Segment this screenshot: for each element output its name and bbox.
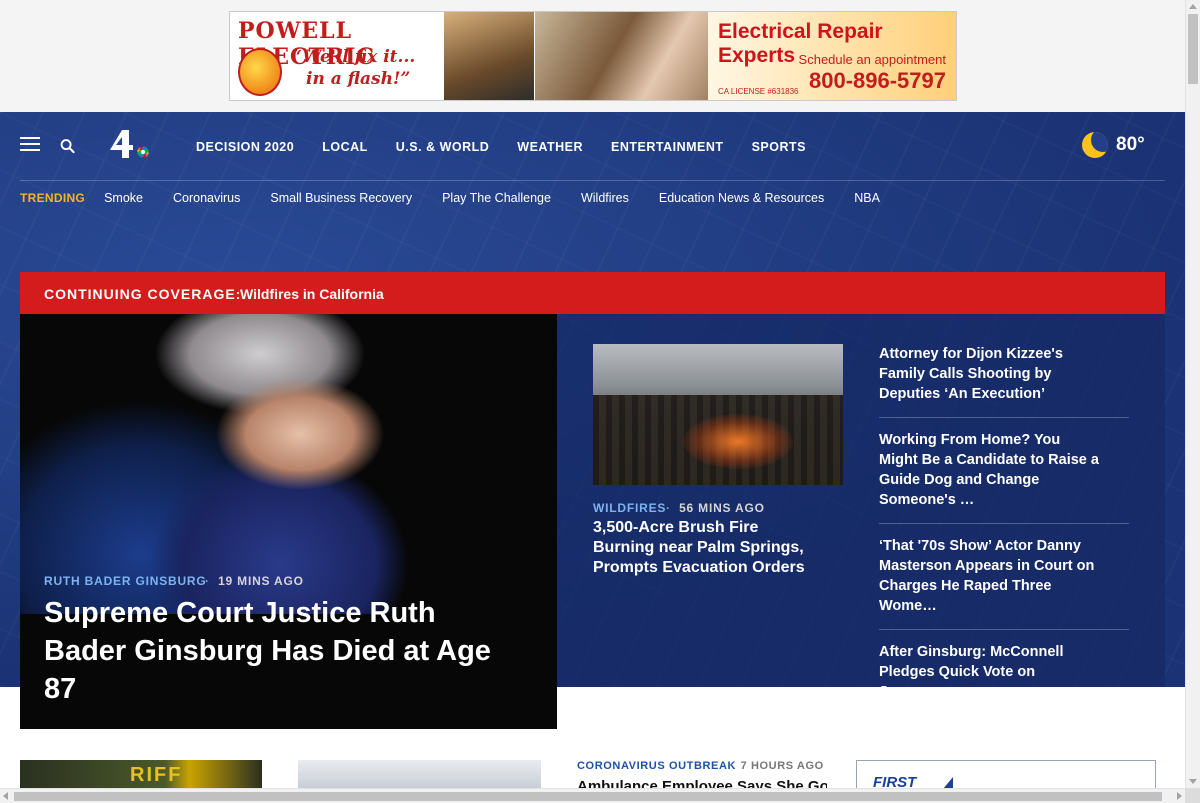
secondary-story-time: · 56 MINS AGO [666, 501, 765, 515]
separator-dot: · [729, 760, 741, 772]
lead-story-title[interactable]: Supreme Court Justice Ruth Bader Ginsbur… [44, 594, 524, 708]
ad-banner[interactable]: POWELL ELECTRIC “We'll fix it... in a fl… [229, 11, 957, 101]
lead-story-photo[interactable] [20, 314, 557, 614]
vertical-scrollbar[interactable] [1185, 0, 1200, 788]
nbc4-logo-icon[interactable] [108, 128, 156, 164]
headline-text[interactable]: After Ginsburg: McConnell Pledges Quick … [879, 642, 1101, 702]
lead-story-tag[interactable]: RUTH BADER GINSBURG [44, 574, 207, 588]
nav-sports[interactable]: SPORTS [752, 140, 806, 154]
coronavirus-story-time-text: 7 HOURS AGO [740, 760, 824, 772]
headline-item[interactable]: Attorney for Dijon Kizzee's Family Calls… [879, 344, 1129, 418]
trending-item-small-business[interactable]: Small Business Recovery [270, 191, 412, 205]
secondary-story-tag[interactable]: WILDFIRES [593, 501, 666, 515]
nav-entertainment[interactable]: ENTERTAINMENT [611, 140, 724, 154]
continuing-coverage-bar: CONTINUING COVERAGE: Wildfires in Califo… [20, 272, 1165, 314]
coronavirus-story-tag[interactable]: CORONAVIRUS OUTBREAK [577, 760, 736, 772]
ad-strip: POWELL ELECTRIC “We'll fix it... in a fl… [0, 0, 1185, 112]
scroll-right-arrow-icon[interactable] [1177, 792, 1182, 800]
weather-widget[interactable]: 80° [1082, 132, 1145, 158]
story-card-photo-sheriff[interactable]: RIFF [20, 760, 262, 788]
trending-bar: TRENDING Smoke Coronavirus Small Busines… [20, 191, 910, 205]
scroll-left-arrow-icon[interactable] [3, 792, 8, 800]
scroll-down-arrow-icon[interactable] [1189, 779, 1197, 784]
first-alert-widget[interactable]: FIRST [856, 760, 1156, 791]
trending-label: TRENDING [20, 191, 86, 205]
ad-logo: POWELL ELECTRIC “We'll fix it... in a fl… [230, 12, 444, 100]
ad-tagline: “We'll fix it... in a flash!” [292, 46, 415, 90]
headline-text[interactable]: ‘That '70s Show’ Actor Danny Masterson A… [879, 536, 1101, 616]
lead-story-time: · 19 MINS AGO [205, 574, 304, 588]
lead-story-time-text: 19 MINS AGO [218, 574, 304, 588]
scrollbar-corner [1185, 788, 1200, 803]
separator-dot: · [666, 501, 680, 515]
trending-item-play-challenge[interactable]: Play The Challenge [442, 191, 551, 205]
nav-divider [20, 180, 1165, 181]
search-icon[interactable] [60, 138, 75, 154]
ad-tagline-line1: “We'll fix it... [292, 47, 416, 67]
coronavirus-story-title[interactable]: Ambulance Employee Says She Got [577, 777, 827, 788]
scrollbar-thumb[interactable] [14, 792, 1162, 801]
wildfire-photo[interactable] [593, 344, 843, 485]
headline-item[interactable]: ‘That '70s Show’ Actor Danny Masterson A… [879, 536, 1129, 630]
coronavirus-story-time: · 7 HOURS AGO [729, 760, 824, 772]
main-nav: DECISION 2020 LOCAL U.S. & WORLD WEATHER… [196, 140, 834, 154]
ad-tagline-line2: in a flash!” [306, 69, 411, 89]
lightbulb-icon [238, 48, 282, 96]
coverage-label: CONTINUING COVERAGE: [44, 286, 242, 302]
trending-item-coronavirus[interactable]: Coronavirus [173, 191, 240, 205]
ad-photo-customers [535, 12, 708, 100]
ad-copy: Electrical Repair Experts Schedule an ap… [708, 12, 956, 100]
secondary-story-time-text: 56 MINS AGO [679, 501, 765, 515]
headline-text[interactable]: Working From Home? You Might Be a Candid… [879, 430, 1101, 510]
ad-schedule: Schedule an appointment [798, 52, 946, 67]
scroll-up-arrow-icon[interactable] [1189, 4, 1197, 9]
trending-item-education[interactable]: Education News & Resources [659, 191, 824, 205]
headline-list: Attorney for Dijon Kizzee's Family Calls… [879, 344, 1129, 727]
moon-icon [1082, 132, 1108, 158]
nav-local[interactable]: LOCAL [322, 140, 368, 154]
nav-us-world[interactable]: U.S. & WORLD [396, 140, 490, 154]
lead-story[interactable]: RUTH BADER GINSBURG · 19 MINS AGO Suprem… [20, 314, 557, 729]
fire-glow [683, 414, 793, 469]
scrollbar-thumb[interactable] [1188, 14, 1198, 84]
ad-phone: 800-896-5797 [808, 68, 946, 93]
story-card-photo[interactable] [298, 760, 541, 788]
nav-decision-2020[interactable]: DECISION 2020 [196, 140, 294, 154]
headline-item[interactable]: After Ginsburg: McConnell Pledges Quick … [879, 642, 1129, 715]
trending-item-wildfires[interactable]: Wildfires [581, 191, 629, 205]
trending-item-nba[interactable]: NBA [854, 191, 880, 205]
horizontal-scrollbar[interactable] [0, 788, 1185, 803]
headline-item[interactable]: Working From Home? You Might Be a Candid… [879, 430, 1129, 524]
headline-text[interactable]: Attorney for Dijon Kizzee's Family Calls… [879, 344, 1101, 404]
card-photo-text: RIFF [130, 764, 183, 786]
coverage-link[interactable]: Wildfires in California [240, 286, 384, 302]
temperature: 80° [1116, 134, 1145, 155]
menu-icon[interactable] [20, 137, 40, 151]
trending-item-smoke[interactable]: Smoke [104, 191, 143, 205]
nav-weather[interactable]: WEATHER [517, 140, 583, 154]
secondary-story-title[interactable]: 3,500-Acre Brush Fire Burning near Palm … [593, 518, 823, 578]
separator-dot: · [205, 574, 219, 588]
ad-license: CA LICENSE #631836 [718, 87, 799, 96]
ad-photo-electrician [444, 12, 534, 100]
